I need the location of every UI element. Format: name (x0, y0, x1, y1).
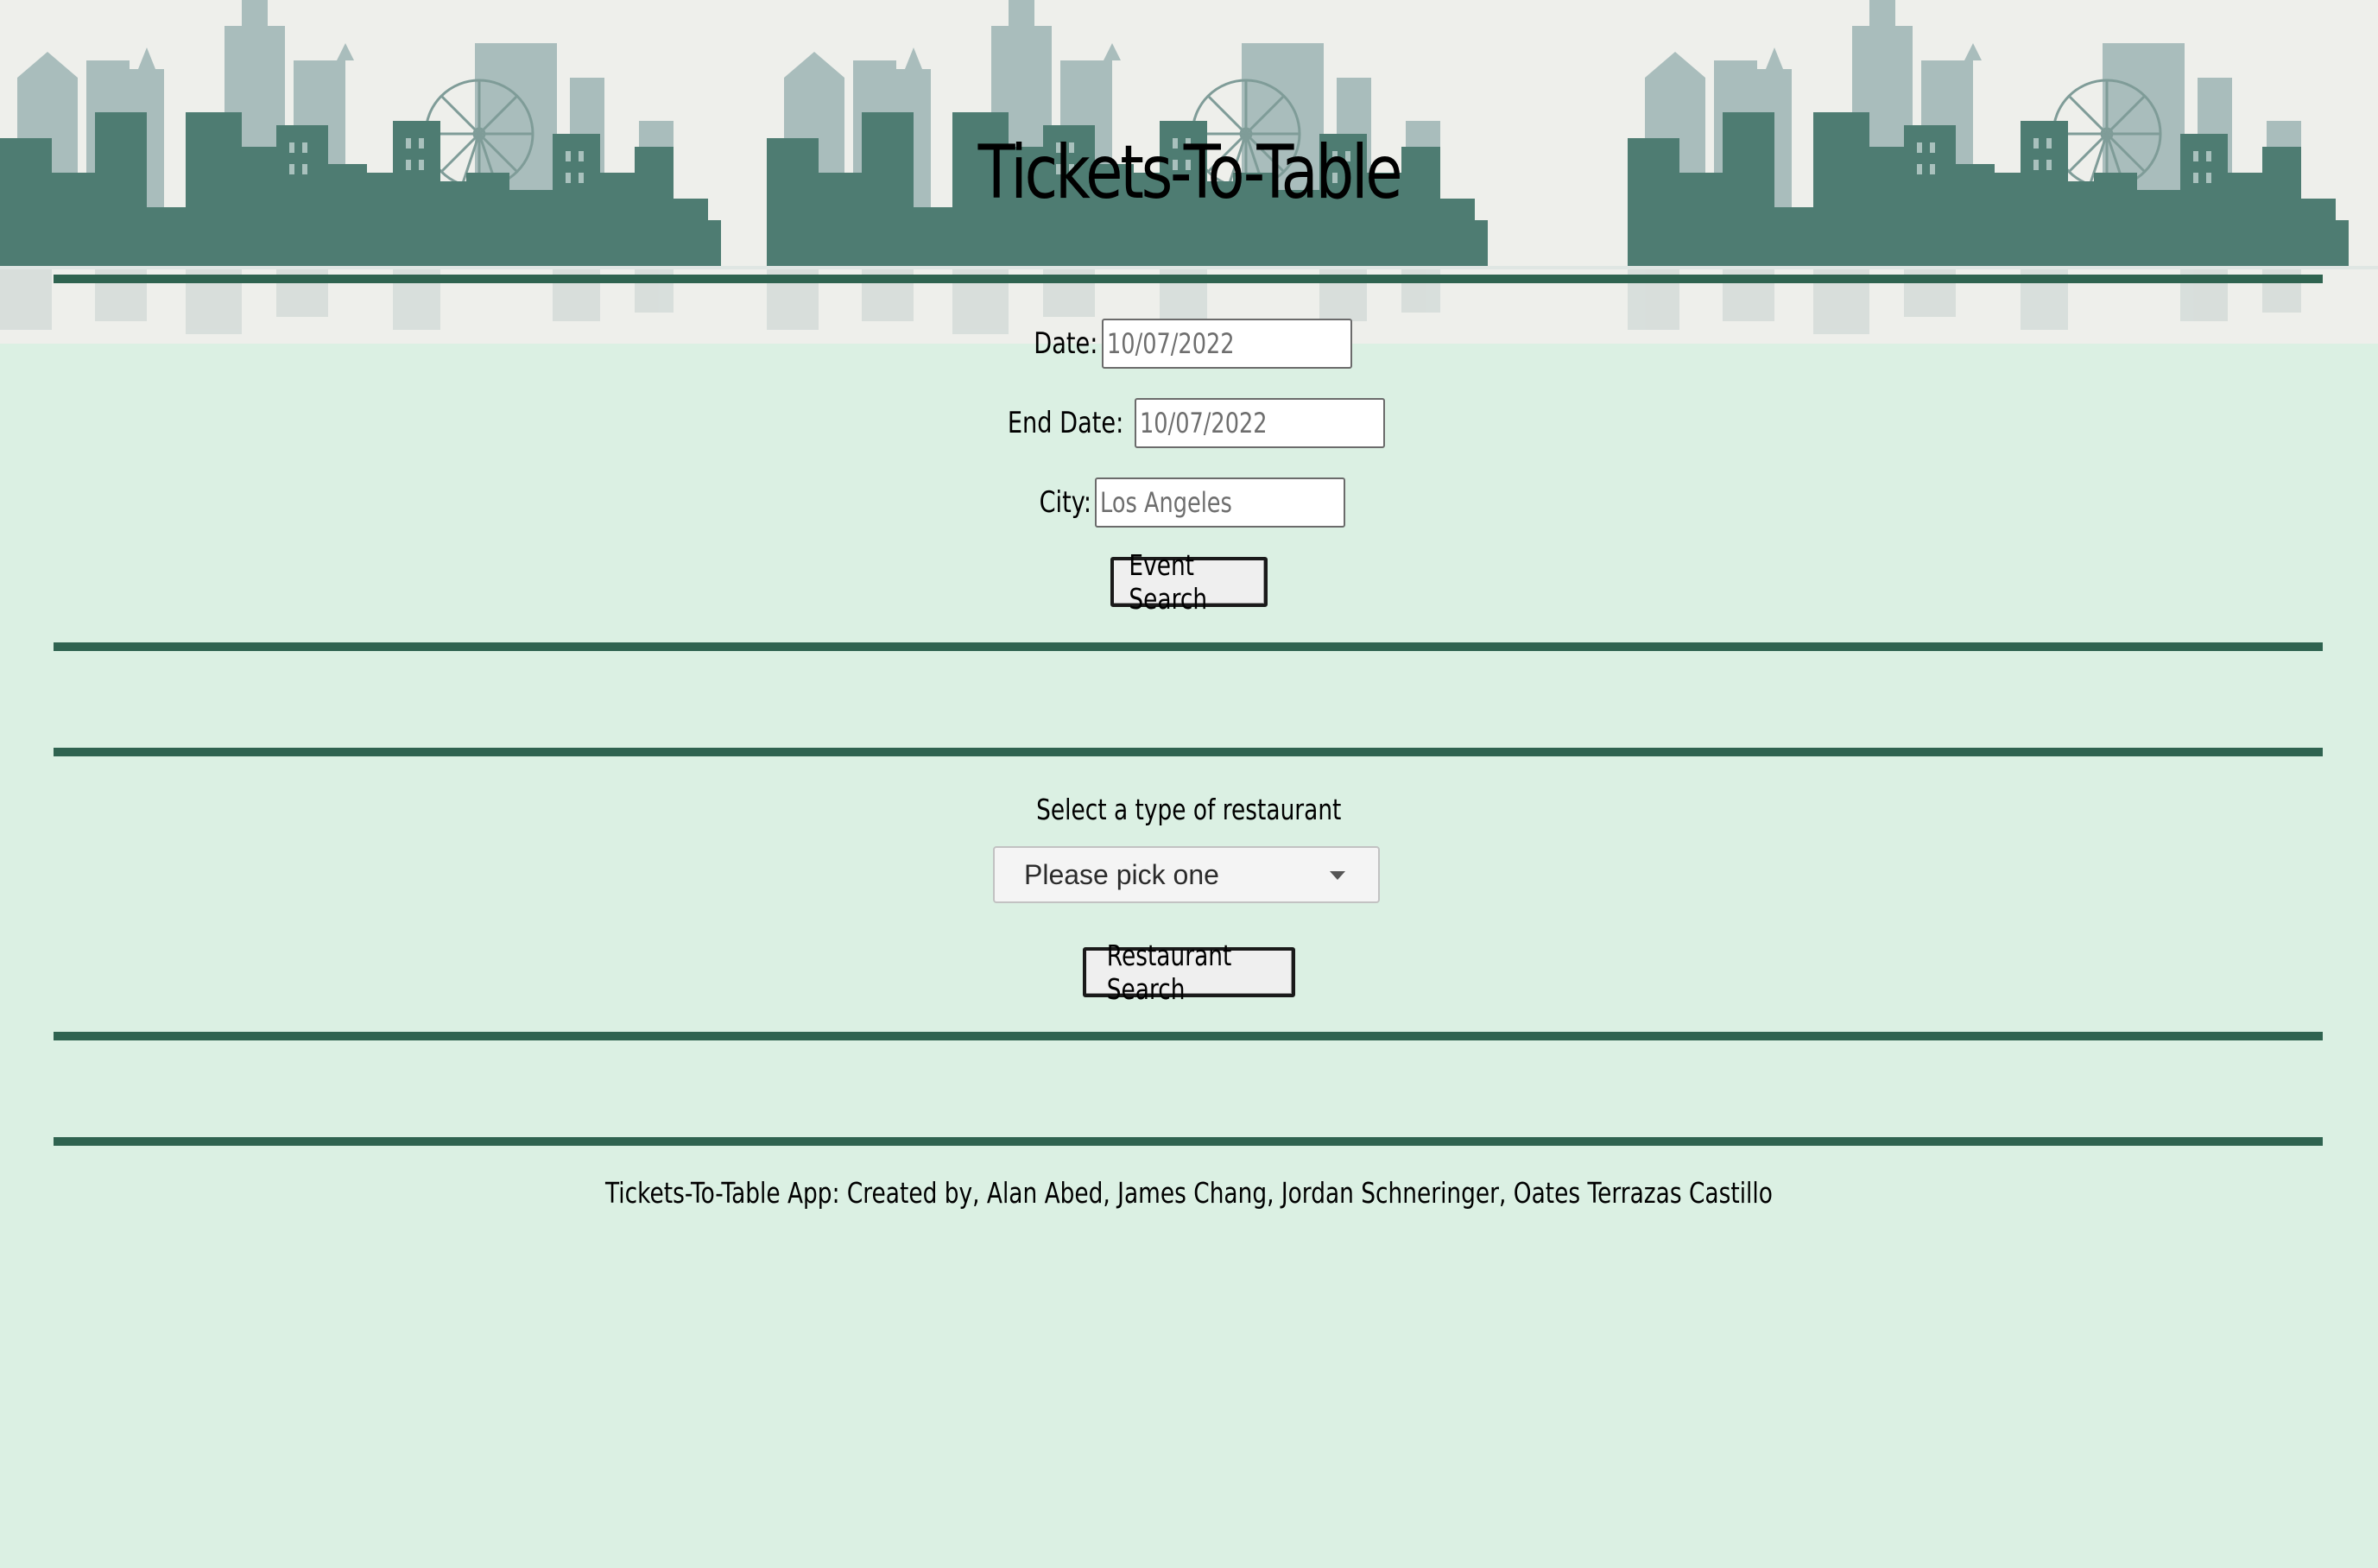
event-results (54, 651, 2323, 748)
date-input[interactable]: 10/07/2022 (1102, 319, 1353, 369)
end-date-label: End Date: (1007, 406, 1124, 440)
page: Tickets-To-Table Date: 10/07/2022 End Da… (0, 0, 2378, 1568)
city-input[interactable]: Los Angeles (1094, 477, 1345, 528)
city-row: City: Los Angeles (0, 476, 2378, 529)
divider (54, 1137, 2323, 1146)
footer-credits: Tickets-To-Table App: Created by, Alan A… (0, 1176, 2378, 1210)
restaurant-search-button[interactable]: Restaurant Search (1083, 939, 1295, 1006)
divider (54, 275, 2323, 283)
restaurant-prompt-text: Select a type of restaurant (1036, 793, 1342, 826)
divider (54, 642, 2323, 651)
event-search-label: Event Search (1129, 548, 1208, 616)
city-label: City: (1039, 485, 1092, 520)
date-label: Date: (1033, 326, 1098, 361)
end-date-value: 10/07/2022 (1140, 407, 1268, 439)
restaurant-search-label: Restaurant Search (1106, 939, 1232, 1006)
footer-credits-text: Tickets-To-Table App: Created by, Alan A… (605, 1176, 1773, 1210)
chevron-down-icon (1330, 871, 1345, 880)
restaurant-search-row: Restaurant Search (0, 939, 2378, 1006)
end-date-row: End Date: 10/07/2022 (0, 396, 2378, 450)
header-banner: Tickets-To-Table (0, 0, 2378, 344)
event-search-row: Event Search (0, 548, 2378, 616)
restaurant-prompt: Select a type of restaurant (0, 793, 2378, 826)
page-title: Tickets-To-Table (977, 130, 1403, 216)
event-search-button[interactable]: Event Search (1110, 548, 1268, 616)
end-date-input[interactable]: 10/07/2022 (1135, 398, 1386, 448)
restaurant-results (54, 1040, 2323, 1137)
city-placeholder: Los Angeles (1099, 486, 1232, 519)
date-value: 10/07/2022 (1107, 327, 1235, 360)
divider (54, 748, 2323, 756)
divider (54, 1032, 2323, 1040)
date-row: Date: 10/07/2022 (0, 317, 2378, 370)
restaurant-type-select[interactable]: Please pick one (993, 846, 1380, 903)
restaurant-type-selected: Please pick one (1024, 858, 1219, 890)
